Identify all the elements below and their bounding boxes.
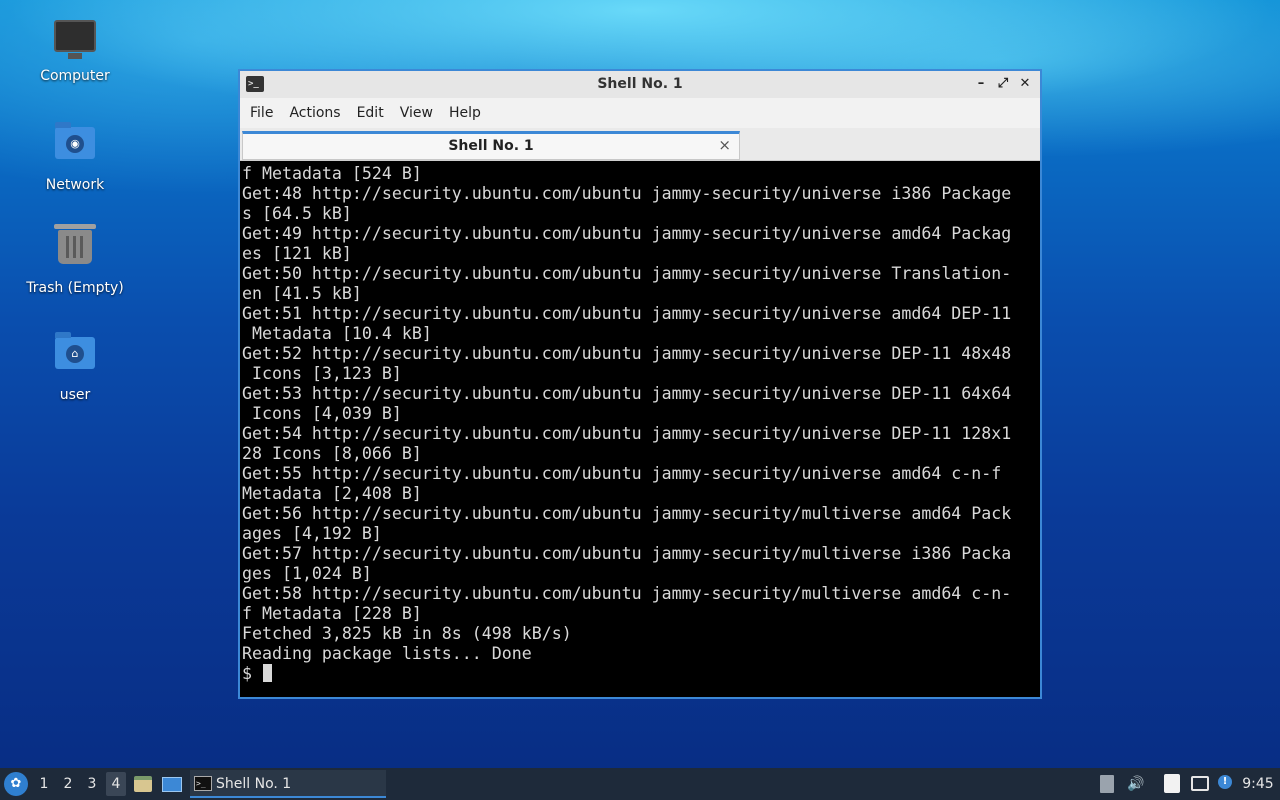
terminal-line: es [121 kB] [242,244,352,263]
terminal-line: Metadata [2,408 B] [242,484,422,503]
tab-shell-1[interactable]: Shell No. 1 × [242,131,740,160]
start-menu-button[interactable]: ✿ [4,772,28,796]
menu-help[interactable]: Help [441,105,489,121]
terminal-line: f Metadata [524 B] [242,164,422,183]
menu-view[interactable]: View [392,105,441,121]
terminal-line: Reading package lists... Done [242,644,532,663]
terminal-line: Get:58 http://security.ubuntu.com/ubuntu… [242,584,1012,603]
terminal-output[interactable]: f Metadata [524 B] Get:48 http://security… [240,161,1040,697]
tab-bar: Shell No. 1 × [240,128,1040,161]
home-folder-icon: ⌂ [53,332,97,381]
terminal-window[interactable]: >_ Shell No. 1 – ⤢ ✕ File Actions Edit V… [238,69,1042,699]
terminal-line: Get:48 http://security.ubuntu.com/ubuntu… [242,184,1012,203]
update-notifier-icon[interactable]: ! [1216,772,1234,796]
workspace-4[interactable]: 4 [106,772,126,796]
network-icon[interactable] [1190,772,1210,796]
terminal-cursor [262,664,272,682]
terminal-line: Get:53 http://security.ubuntu.com/ubuntu… [242,384,1012,403]
menu-edit[interactable]: Edit [349,105,392,121]
workspace-2[interactable]: 2 [58,772,78,796]
volume-icon[interactable]: 🔊 [1126,772,1146,796]
maximize-button[interactable]: ⤢ [994,74,1012,94]
terminal-line: Get:51 http://security.ubuntu.com/ubuntu… [242,304,1012,323]
desktop-icon-trash[interactable]: Trash (Empty) [20,224,130,296]
eject-icon[interactable] [1098,772,1116,796]
trash-icon [53,224,97,274]
minimize-button[interactable]: – [972,74,990,94]
desktop-icon-label: user [59,387,91,403]
terminal-line: Get:57 http://security.ubuntu.com/ubuntu… [242,544,1012,563]
terminal-line: s [64.5 kB] [242,204,352,223]
clipboard-icon[interactable] [1162,772,1182,796]
show-desktop-icon[interactable] [162,772,184,796]
workspace-1[interactable]: 1 [34,772,54,796]
taskbar: ✿ 1 2 3 4 >_ Shell No. 1 🔊 ! 9:45 [0,768,1280,800]
workspace-3[interactable]: 3 [82,772,102,796]
terminal-line: ages [4,192 B] [242,524,382,543]
terminal-line: Get:54 http://security.ubuntu.com/ubuntu… [242,424,1012,443]
desktop-icon-label: Computer [40,68,110,84]
terminal-line: Metadata [10.4 kB] [242,324,432,343]
close-button[interactable]: ✕ [1016,74,1034,94]
terminal-line: Icons [4,039 B] [242,404,402,423]
terminal-line: en [41.5 kB] [242,284,362,303]
terminal-prompt-line[interactable]: $ [242,664,1040,684]
terminal-line: f Metadata [228 B] [242,604,422,623]
window-titlebar[interactable]: >_ Shell No. 1 – ⤢ ✕ [240,71,1040,98]
desktop-icon-label: Network [45,177,105,193]
tab-close-icon[interactable]: × [718,136,731,154]
terminal-line: Get:55 http://security.ubuntu.com/ubuntu… [242,464,1002,483]
terminal-line: Get:52 http://security.ubuntu.com/ubuntu… [242,344,1012,363]
clock[interactable]: 9:45 [1240,772,1276,796]
terminal-line: Icons [3,123 B] [242,364,402,383]
desktop-icon-computer[interactable]: Computer [20,18,130,84]
terminal-line: ges [1,024 B] [242,564,372,583]
terminal-line: Get:56 http://security.ubuntu.com/ubuntu… [242,504,1012,523]
taskbar-task-shell[interactable]: >_ Shell No. 1 [190,770,386,798]
menu-file[interactable]: File [242,105,281,121]
menubar: File Actions Edit View Help [240,98,1040,128]
terminal-line: 28 Icons [8,066 B] [242,444,422,463]
window-title: Shell No. 1 [597,76,683,92]
file-manager-icon[interactable] [134,772,154,796]
desktop-icon-user[interactable]: ⌂ user [20,332,130,403]
network-folder-icon: ◉ [53,122,97,171]
computer-icon [53,18,97,62]
task-label: Shell No. 1 [216,776,292,792]
terminal-line: Get:50 http://security.ubuntu.com/ubuntu… [242,264,1012,283]
desktop-icon-network[interactable]: ◉ Network [20,122,130,193]
menu-actions[interactable]: Actions [281,105,348,121]
terminal-line: Fetched 3,825 kB in 8s (498 kB/s) [242,624,572,643]
terminal-line: Get:49 http://security.ubuntu.com/ubuntu… [242,224,1012,243]
terminal-prompt: $ [242,664,262,683]
tab-label: Shell No. 1 [448,138,534,154]
desktop-icon-label: Trash (Empty) [26,280,124,296]
terminal-task-icon: >_ [194,776,212,791]
